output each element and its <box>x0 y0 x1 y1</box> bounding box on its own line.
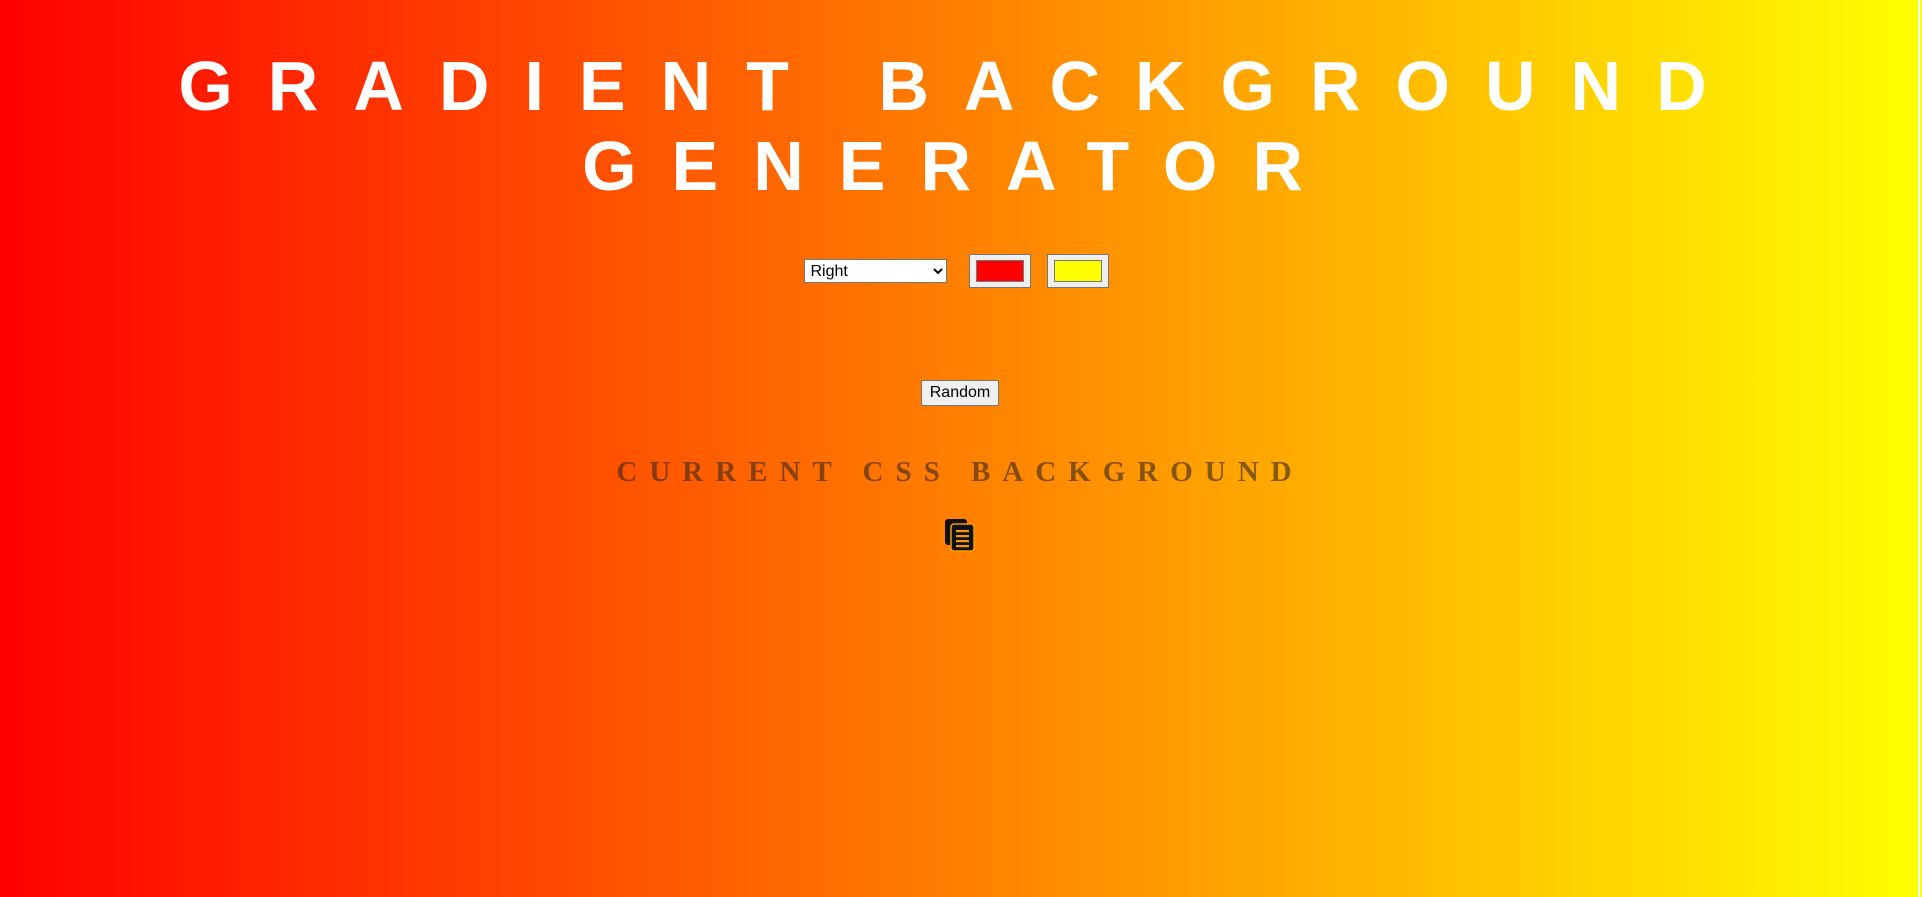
random-container: Random <box>0 380 1920 406</box>
color2-swatch <box>1053 260 1102 282</box>
direction-select[interactable]: Right <box>803 259 947 283</box>
title-line-1: GRADIENT BACKGROUND <box>178 47 1742 125</box>
window-edge <box>1918 0 1920 897</box>
current-css-heading: CURRENT CSS BACKGROUND <box>616 456 1304 488</box>
copy-icon <box>945 519 975 552</box>
gradient-controls: Right <box>0 254 1920 288</box>
page-title: GRADIENT BACKGROUND GENERATOR <box>0 46 1920 206</box>
title-line-2: GENERATOR <box>582 127 1338 205</box>
copy-button[interactable] <box>944 518 976 552</box>
gradient-page: GRADIENT BACKGROUND GENERATOR Right Rand… <box>0 0 1920 897</box>
color1-swatch <box>975 260 1024 282</box>
random-button[interactable]: Random <box>920 380 1000 406</box>
css-output-text <box>0 500 1920 510</box>
color2-input[interactable] <box>1046 254 1109 288</box>
color1-input[interactable] <box>968 254 1031 288</box>
